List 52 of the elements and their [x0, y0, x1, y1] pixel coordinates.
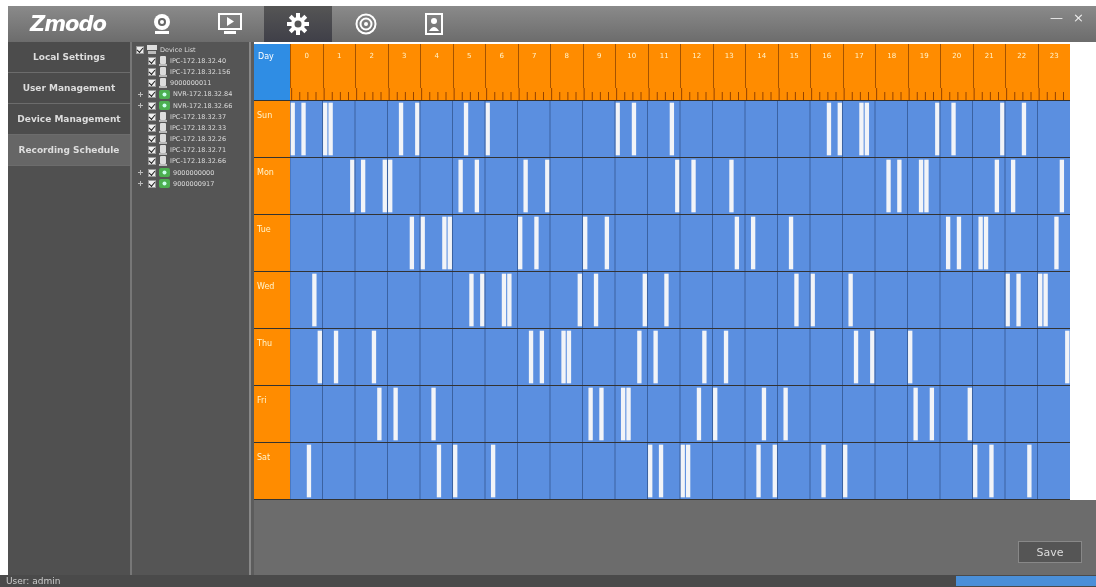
checkbox[interactable]: [148, 168, 156, 177]
recorder-icon: [159, 89, 170, 99]
recorder-icon: [159, 101, 170, 111]
schedule-row-drawing[interactable]: [290, 215, 1070, 272]
sidebar-item[interactable]: Local Settings: [8, 42, 130, 73]
sidebar-item[interactable]: Recording Schedule: [8, 135, 130, 166]
sidebar-item[interactable]: Device Management: [8, 104, 130, 135]
monitor-play-icon: [218, 13, 242, 35]
checkbox[interactable]: [148, 146, 156, 155]
checkbox[interactable]: [148, 101, 156, 110]
sidebar-item[interactable]: User Management: [8, 73, 130, 104]
expand-toggle[interactable]: [137, 102, 144, 110]
checkbox[interactable]: [136, 45, 144, 54]
day-label: Wed: [254, 272, 290, 329]
day-label: Tue: [254, 215, 290, 272]
checkbox[interactable]: [148, 123, 156, 132]
minimize-button[interactable]: —: [1050, 10, 1064, 42]
day-label: Fri: [254, 386, 290, 443]
expand-toggle[interactable]: [137, 180, 144, 188]
save-button[interactable]: Save: [1018, 541, 1082, 563]
checkbox[interactable]: [148, 56, 156, 65]
day-header: Day: [254, 44, 290, 101]
person-door-icon: [425, 13, 443, 35]
checkbox[interactable]: [148, 179, 156, 188]
schedule-row-drawing[interactable]: [290, 272, 1070, 329]
day-label: Mon: [254, 158, 290, 215]
network-icon: [147, 45, 157, 55]
checkbox[interactable]: [148, 67, 156, 76]
expand-toggle[interactable]: [137, 90, 144, 98]
settings-icon: [287, 13, 309, 35]
schedule-row-drawing[interactable]: [290, 158, 1070, 215]
recorder-icon: [159, 179, 170, 189]
disc-icon: [355, 13, 377, 35]
schedule-row-drawing[interactable]: [290, 329, 1070, 386]
checkbox[interactable]: [148, 157, 156, 166]
day-label: Sat: [254, 443, 290, 500]
expand-toggle[interactable]: [137, 169, 144, 177]
webcam-icon: [152, 13, 172, 35]
schedule-row-drawing[interactable]: [290, 443, 1070, 500]
recorder-icon: [159, 168, 170, 178]
checkbox[interactable]: [148, 112, 156, 121]
checkbox[interactable]: [148, 79, 156, 88]
day-label: Sun: [254, 101, 290, 158]
day-label: Thu: [254, 329, 290, 386]
status-text: User: admin: [5, 575, 61, 587]
checkbox[interactable]: [148, 90, 156, 99]
checkbox[interactable]: [148, 135, 156, 144]
schedule-row-drawing[interactable]: [290, 101, 1070, 158]
close-button[interactable]: ×: [1073, 10, 1084, 42]
nav-tab[interactable]: [264, 6, 332, 42]
logo: Zmodo: [28, 11, 107, 38]
schedule-row-drawing[interactable]: [290, 386, 1070, 443]
